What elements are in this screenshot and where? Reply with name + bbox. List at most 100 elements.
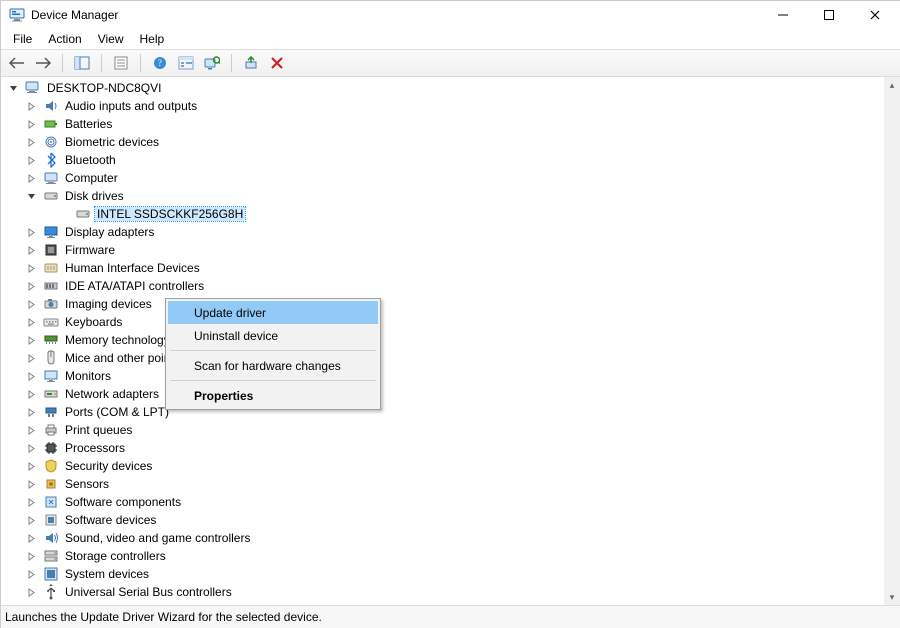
toolbar-help-button[interactable]: ?: [148, 52, 172, 74]
minimize-button[interactable]: [760, 1, 806, 29]
tree-category[interactable]: Sound, video and game controllers: [1, 529, 884, 547]
tree-root[interactable]: DESKTOP-NDC8QVI: [1, 79, 884, 97]
expand-icon[interactable]: [27, 264, 41, 273]
expand-icon[interactable]: [27, 390, 41, 399]
tree-category[interactable]: Software devices: [1, 511, 884, 529]
tree-category[interactable]: Sensors: [1, 475, 884, 493]
context-menu-scan-hardware[interactable]: Scan for hardware changes: [168, 354, 378, 377]
tree-category[interactable]: Storage controllers: [1, 547, 884, 565]
expand-icon[interactable]: [27, 246, 41, 255]
collapse-icon[interactable]: [9, 84, 23, 93]
toolbar-console-tree-button[interactable]: [70, 52, 94, 74]
tree-item-label: IDE ATA/ATAPI controllers: [63, 279, 206, 293]
toolbar-scan-button[interactable]: [200, 52, 224, 74]
expand-icon[interactable]: [27, 570, 41, 579]
menu-action[interactable]: Action: [40, 30, 89, 48]
context-menu-uninstall-device[interactable]: Uninstall device: [168, 324, 378, 347]
expand-icon[interactable]: [27, 444, 41, 453]
tree-category[interactable]: Computer: [1, 169, 884, 187]
tree-item-label: Firmware: [63, 243, 117, 257]
expand-icon[interactable]: [27, 408, 41, 417]
tree-category[interactable]: Ports (COM & LPT): [1, 403, 884, 421]
expand-icon[interactable]: [27, 300, 41, 309]
tree-item-label: Biometric devices: [63, 135, 161, 149]
tree-item-label: INTEL SSDSCKKF256G8H: [95, 207, 245, 221]
context-menu-separator: [170, 350, 376, 351]
tree-category[interactable]: Monitors: [1, 367, 884, 385]
disk-icon: [43, 188, 59, 204]
tree-category[interactable]: Firmware: [1, 241, 884, 259]
expand-icon[interactable]: [27, 462, 41, 471]
collapse-icon[interactable]: [27, 192, 41, 201]
tree-category[interactable]: Bluetooth: [1, 151, 884, 169]
swdev-icon: [43, 512, 59, 528]
menu-file[interactable]: File: [5, 30, 40, 48]
hid-icon: [43, 260, 59, 276]
tree-category[interactable]: Memory technology devices: [1, 331, 884, 349]
device-tree[interactable]: DESKTOP-NDC8QVIAudio inputs and outputs B…: [1, 77, 884, 605]
toolbar-show-hidden-button[interactable]: [174, 52, 198, 74]
imaging-icon: [43, 296, 59, 312]
expand-icon[interactable]: [27, 156, 41, 165]
tree-category[interactable]: Imaging devices: [1, 295, 884, 313]
expand-icon[interactable]: [27, 138, 41, 147]
tree-category[interactable]: Mice and other pointing devices: [1, 349, 884, 367]
toolbar-back-button[interactable]: [5, 52, 29, 74]
tree-category[interactable]: Network adapters: [1, 385, 884, 403]
port-icon: [43, 404, 59, 420]
tree-category[interactable]: Universal Serial Bus controllers: [1, 583, 884, 601]
printer-icon: [43, 422, 59, 438]
expand-icon[interactable]: [27, 480, 41, 489]
tree-category[interactable]: Biometric devices: [1, 133, 884, 151]
tree-category[interactable]: System devices: [1, 565, 884, 583]
expand-icon[interactable]: [27, 372, 41, 381]
tree-item-label: Keyboards: [63, 315, 124, 329]
scroll-up-arrow[interactable]: ▴: [884, 77, 900, 93]
tree-category[interactable]: Audio inputs and outputs: [1, 97, 884, 115]
tree-category[interactable]: Print queues: [1, 421, 884, 439]
menu-help[interactable]: Help: [132, 30, 173, 48]
firmware-icon: [43, 242, 59, 258]
expand-icon[interactable]: [27, 534, 41, 543]
tree-category[interactable]: Software components: [1, 493, 884, 511]
toolbar-uninstall-button[interactable]: [265, 52, 289, 74]
toolbar-forward-button[interactable]: [31, 52, 55, 74]
expand-icon[interactable]: [27, 552, 41, 561]
tree-category[interactable]: Keyboards: [1, 313, 884, 331]
scroll-down-arrow[interactable]: ▾: [884, 589, 900, 605]
toolbar-update-driver-button[interactable]: [239, 52, 263, 74]
expand-icon[interactable]: [27, 318, 41, 327]
expand-icon[interactable]: [27, 102, 41, 111]
tree-item-label: Batteries: [63, 117, 114, 131]
tree-category[interactable]: Display adapters: [1, 223, 884, 241]
expand-icon[interactable]: [27, 336, 41, 345]
keyboard-icon: [43, 314, 59, 330]
display-icon: [43, 224, 59, 240]
security-icon: [43, 458, 59, 474]
expand-icon[interactable]: [27, 120, 41, 129]
tree-device[interactable]: INTEL SSDSCKKF256G8H: [1, 205, 884, 223]
expand-icon[interactable]: [27, 354, 41, 363]
expand-icon[interactable]: [27, 498, 41, 507]
tree-category[interactable]: Security devices: [1, 457, 884, 475]
toolbar-properties-button[interactable]: [109, 52, 133, 74]
tree-category[interactable]: IDE ATA/ATAPI controllers: [1, 277, 884, 295]
context-menu-update-driver[interactable]: Update driver: [168, 301, 378, 324]
expand-icon[interactable]: [27, 228, 41, 237]
tree-category[interactable]: Human Interface Devices: [1, 259, 884, 277]
expand-icon[interactable]: [27, 174, 41, 183]
maximize-button[interactable]: [806, 1, 852, 29]
tree-category[interactable]: Processors: [1, 439, 884, 457]
expand-icon[interactable]: [27, 516, 41, 525]
tree-item-label: Sound, video and game controllers: [63, 531, 252, 545]
menu-view[interactable]: View: [90, 30, 132, 48]
tree-category[interactable]: Disk drives: [1, 187, 884, 205]
expand-icon[interactable]: [27, 426, 41, 435]
expand-icon[interactable]: [27, 588, 41, 597]
close-button[interactable]: [852, 1, 898, 29]
context-menu-properties[interactable]: Properties: [168, 384, 378, 407]
computer_root-icon: [25, 80, 41, 96]
expand-icon[interactable]: [27, 282, 41, 291]
tree-category[interactable]: Batteries: [1, 115, 884, 133]
vertical-scrollbar[interactable]: ▴ ▾: [884, 77, 900, 605]
